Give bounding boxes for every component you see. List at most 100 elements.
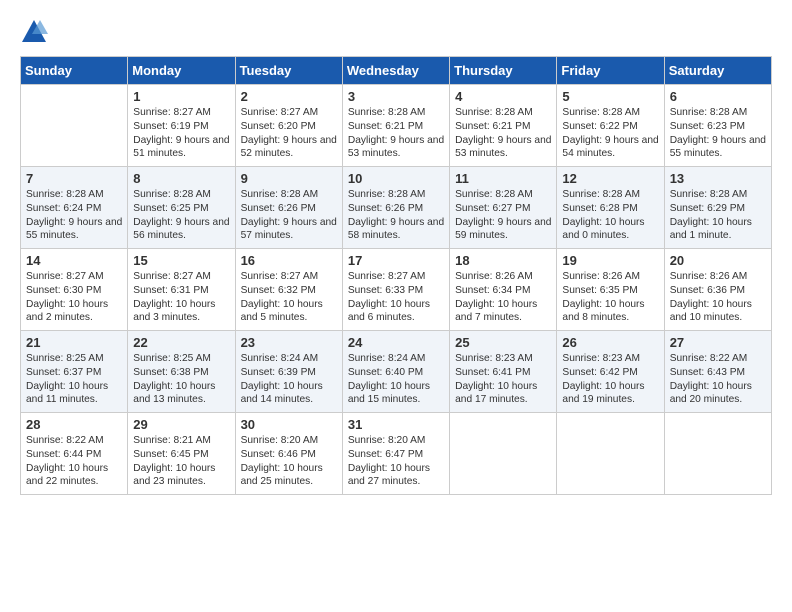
day-details: Sunrise: 8:28 AMSunset: 6:26 PMDaylight:…	[348, 188, 444, 243]
day-cell: 26 Sunrise: 8:23 AMSunset: 6:42 PMDayligh…	[557, 331, 664, 413]
day-details: Sunrise: 8:26 AMSunset: 6:36 PMDaylight:…	[670, 270, 766, 325]
day-number: 24	[348, 335, 444, 350]
day-number: 23	[241, 335, 337, 350]
day-details: Sunrise: 8:27 AMSunset: 6:33 PMDaylight:…	[348, 270, 444, 325]
header-cell-thursday: Thursday	[450, 57, 557, 85]
day-cell: 22 Sunrise: 8:25 AMSunset: 6:38 PMDayligh…	[128, 331, 235, 413]
day-details: Sunrise: 8:21 AMSunset: 6:45 PMDaylight:…	[133, 434, 229, 489]
day-details: Sunrise: 8:28 AMSunset: 6:21 PMDaylight:…	[348, 106, 444, 161]
day-details: Sunrise: 8:23 AMSunset: 6:41 PMDaylight:…	[455, 352, 551, 407]
day-number: 4	[455, 89, 551, 104]
week-row-5: 28 Sunrise: 8:22 AMSunset: 6:44 PMDayligh…	[21, 413, 772, 495]
day-details: Sunrise: 8:28 AMSunset: 6:22 PMDaylight:…	[562, 106, 658, 161]
logo	[20, 18, 52, 46]
day-details: Sunrise: 8:24 AMSunset: 6:39 PMDaylight:…	[241, 352, 337, 407]
day-cell: 25Sunrise: 8:23 AMSunset: 6:41 PMDayligh…	[450, 331, 557, 413]
day-details: Sunrise: 8:28 AMSunset: 6:28 PMDaylight:…	[562, 188, 658, 243]
day-details: Sunrise: 8:28 AMSunset: 6:27 PMDaylight:…	[455, 188, 551, 243]
day-details: Sunrise: 8:27 AMSunset: 6:32 PMDaylight:…	[241, 270, 337, 325]
day-number: 17	[348, 253, 444, 268]
day-cell: 4 Sunrise: 8:28 AMSunset: 6:21 PMDaylight…	[450, 85, 557, 167]
day-number: 21	[26, 335, 122, 350]
day-number: 11	[455, 171, 551, 186]
day-details: Sunrise: 8:27 AMSunset: 6:19 PMDaylight:…	[133, 106, 229, 161]
header-cell-wednesday: Wednesday	[342, 57, 449, 85]
day-cell: 5 Sunrise: 8:28 AMSunset: 6:22 PMDaylight…	[557, 85, 664, 167]
day-number: 8	[133, 171, 229, 186]
day-number: 30	[241, 417, 337, 432]
day-details: Sunrise: 8:27 AMSunset: 6:31 PMDaylight:…	[133, 270, 229, 325]
week-row-1: 1 Sunrise: 8:27 AMSunset: 6:19 PMDaylight…	[21, 85, 772, 167]
day-cell: 15 Sunrise: 8:27 AMSunset: 6:31 PMDayligh…	[128, 249, 235, 331]
day-cell: 20Sunrise: 8:26 AMSunset: 6:36 PMDayligh…	[664, 249, 771, 331]
day-cell: 7 Sunrise: 8:28 AMSunset: 6:24 PMDaylight…	[21, 167, 128, 249]
day-number: 22	[133, 335, 229, 350]
day-cell: 27 Sunrise: 8:22 AMSunset: 6:43 PMDayligh…	[664, 331, 771, 413]
day-details: Sunrise: 8:22 AMSunset: 6:43 PMDaylight:…	[670, 352, 766, 407]
day-details: Sunrise: 8:24 AMSunset: 6:40 PMDaylight:…	[348, 352, 444, 407]
page: SundayMondayTuesdayWednesdayThursdayFrid…	[0, 0, 792, 505]
day-number: 16	[241, 253, 337, 268]
header-row: SundayMondayTuesdayWednesdayThursdayFrid…	[21, 57, 772, 85]
day-cell: 21 Sunrise: 8:25 AMSunset: 6:37 PMDayligh…	[21, 331, 128, 413]
day-cell: 12 Sunrise: 8:28 AMSunset: 6:28 PMDayligh…	[557, 167, 664, 249]
day-cell: 14Sunrise: 8:27 AMSunset: 6:30 PMDayligh…	[21, 249, 128, 331]
day-number: 27	[670, 335, 766, 350]
day-cell: 10 Sunrise: 8:28 AMSunset: 6:26 PMDayligh…	[342, 167, 449, 249]
day-cell: 6Sunrise: 8:28 AMSunset: 6:23 PMDaylight…	[664, 85, 771, 167]
day-number: 10	[348, 171, 444, 186]
header-cell-monday: Monday	[128, 57, 235, 85]
day-number: 26	[562, 335, 658, 350]
day-number: 3	[348, 89, 444, 104]
day-number: 9	[241, 171, 337, 186]
day-number: 14	[26, 253, 122, 268]
day-cell: 18Sunrise: 8:26 AMSunset: 6:34 PMDayligh…	[450, 249, 557, 331]
day-number: 15	[133, 253, 229, 268]
week-row-2: 7 Sunrise: 8:28 AMSunset: 6:24 PMDaylight…	[21, 167, 772, 249]
day-details: Sunrise: 8:28 AMSunset: 6:25 PMDaylight:…	[133, 188, 229, 243]
header-cell-friday: Friday	[557, 57, 664, 85]
day-number: 28	[26, 417, 122, 432]
day-number: 7	[26, 171, 122, 186]
day-details: Sunrise: 8:20 AMSunset: 6:47 PMDaylight:…	[348, 434, 444, 489]
day-details: Sunrise: 8:22 AMSunset: 6:44 PMDaylight:…	[26, 434, 122, 489]
day-cell	[557, 413, 664, 495]
header-cell-tuesday: Tuesday	[235, 57, 342, 85]
day-details: Sunrise: 8:25 AMSunset: 6:37 PMDaylight:…	[26, 352, 122, 407]
day-number: 5	[562, 89, 658, 104]
day-number: 29	[133, 417, 229, 432]
day-cell: 29 Sunrise: 8:21 AMSunset: 6:45 PMDayligh…	[128, 413, 235, 495]
day-details: Sunrise: 8:23 AMSunset: 6:42 PMDaylight:…	[562, 352, 658, 407]
day-number: 12	[562, 171, 658, 186]
day-cell: 23 Sunrise: 8:24 AMSunset: 6:39 PMDayligh…	[235, 331, 342, 413]
day-details: Sunrise: 8:28 AMSunset: 6:26 PMDaylight:…	[241, 188, 337, 243]
day-number: 31	[348, 417, 444, 432]
week-row-4: 21 Sunrise: 8:25 AMSunset: 6:37 PMDayligh…	[21, 331, 772, 413]
week-row-3: 14Sunrise: 8:27 AMSunset: 6:30 PMDayligh…	[21, 249, 772, 331]
day-details: Sunrise: 8:25 AMSunset: 6:38 PMDaylight:…	[133, 352, 229, 407]
day-cell: 16 Sunrise: 8:27 AMSunset: 6:32 PMDayligh…	[235, 249, 342, 331]
day-number: 18	[455, 253, 551, 268]
day-cell: 1 Sunrise: 8:27 AMSunset: 6:19 PMDaylight…	[128, 85, 235, 167]
day-number: 13	[670, 171, 766, 186]
day-details: Sunrise: 8:28 AMSunset: 6:21 PMDaylight:…	[455, 106, 551, 161]
day-number: 6	[670, 89, 766, 104]
day-number: 2	[241, 89, 337, 104]
day-details: Sunrise: 8:27 AMSunset: 6:20 PMDaylight:…	[241, 106, 337, 161]
day-cell: 13 Sunrise: 8:28 AMSunset: 6:29 PMDayligh…	[664, 167, 771, 249]
header	[20, 18, 772, 46]
calendar-table: SundayMondayTuesdayWednesdayThursdayFrid…	[20, 56, 772, 495]
day-cell: 11 Sunrise: 8:28 AMSunset: 6:27 PMDayligh…	[450, 167, 557, 249]
day-cell: 28 Sunrise: 8:22 AMSunset: 6:44 PMDayligh…	[21, 413, 128, 495]
day-details: Sunrise: 8:28 AMSunset: 6:29 PMDaylight:…	[670, 188, 766, 243]
logo-icon	[20, 18, 48, 46]
day-cell: 17 Sunrise: 8:27 AMSunset: 6:33 PMDayligh…	[342, 249, 449, 331]
day-cell: 9 Sunrise: 8:28 AMSunset: 6:26 PMDaylight…	[235, 167, 342, 249]
day-number: 1	[133, 89, 229, 104]
header-cell-saturday: Saturday	[664, 57, 771, 85]
day-cell: 24 Sunrise: 8:24 AMSunset: 6:40 PMDayligh…	[342, 331, 449, 413]
day-cell: 2 Sunrise: 8:27 AMSunset: 6:20 PMDaylight…	[235, 85, 342, 167]
day-details: Sunrise: 8:20 AMSunset: 6:46 PMDaylight:…	[241, 434, 337, 489]
day-cell: 31 Sunrise: 8:20 AMSunset: 6:47 PMDayligh…	[342, 413, 449, 495]
day-details: Sunrise: 8:28 AMSunset: 6:24 PMDaylight:…	[26, 188, 122, 243]
